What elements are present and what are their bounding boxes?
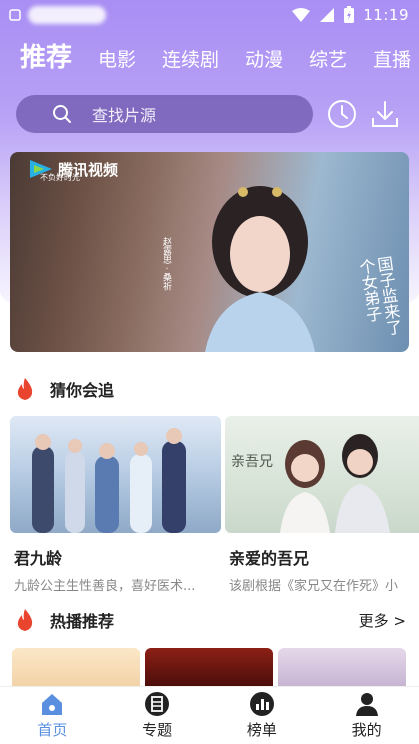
tab-recommend[interactable]: 推荐 [0,37,85,78]
poster-figures [32,428,186,533]
banner-artwork [205,186,315,352]
tab-movies[interactable]: 电影 [85,45,149,78]
more-link[interactable]: 更多 > [359,610,406,631]
section-hot-title: 热播推荐 [50,612,115,631]
drama-card-title: 君九龄 [14,549,63,568]
nav-rankings-label: 榜单 [246,721,277,739]
search-input[interactable]: 查找片源 [16,95,313,133]
poster-figures: 亲吾兄 [231,434,390,533]
drama-card-title: 亲爱的吾兄 [229,549,310,568]
nav-topics[interactable]: 专题 [117,691,197,740]
drama-card-poster: 亲吾兄 [225,416,419,533]
wifi-icon [292,8,311,22]
home-icon [42,694,63,715]
history-icon[interactable] [327,99,357,129]
hot-thumbnail[interactable] [12,648,140,688]
promo-banner[interactable]: 腾讯视频 不负好时光 赵露思 · 桑祈 国子监来了个女弟子 [10,152,409,352]
bottom-nav: 首页 专题 榜单 我的 [0,686,419,744]
status-time: 11:19 [363,6,409,24]
nav-home-label: 首页 [37,721,68,739]
search-icon [53,105,71,123]
drama-card-poster [10,416,221,533]
tab-live[interactable]: 直播 [360,45,419,78]
drama-card[interactable]: 亲吾兄 亲爱的吾兄 该剧根据《家兄又在作死》小 [225,416,419,594]
nav-rankings[interactable]: 榜单 [222,691,302,740]
hot-thumbnail[interactable] [145,648,273,688]
section-hot-header: 热播推荐 更多 > [14,606,406,634]
section-guess-title: 猜你会追 [50,381,115,400]
nav-profile-label: 我的 [351,721,382,739]
banner-title: 国子监来了个女弟子 [355,254,404,337]
fire-icon [17,609,33,631]
nav-topics-label: 专题 [142,721,173,739]
tab-variety[interactable]: 综艺 [296,45,360,78]
banner-cast: 赵露思 · 桑祈 [161,237,171,291]
notification-icon [9,9,21,21]
signal-icon [320,8,335,22]
topics-icon [145,692,170,716]
tab-series[interactable]: 连续剧 [149,45,232,78]
svg-text:亲吾兄: 亲吾兄 [231,454,273,470]
drama-card-description: 九龄公主生性善良，喜好医术... [14,579,196,594]
profile-icon [355,693,378,716]
nav-profile[interactable]: 我的 [327,691,407,740]
hot-thumbnail[interactable] [278,648,406,688]
status-bar: 11:19 [0,0,419,30]
fire-icon [17,378,33,400]
rankings-icon [249,692,274,716]
download-icon[interactable] [370,99,400,129]
search-placeholder: 查找片源 [92,106,157,125]
category-tabs: 推荐 电影 连续剧 动漫 综艺 直播 [0,36,419,78]
drama-card-description: 该剧根据《家兄又在作死》小 [229,579,399,594]
section-guess-header: 猜你会追 [14,375,406,403]
search-row: 查找片源 [16,95,406,133]
nav-home[interactable]: 首页 [12,691,92,740]
battery-icon [344,6,355,23]
status-blurred-text [28,6,106,24]
tab-anime[interactable]: 动漫 [232,45,296,78]
drama-card[interactable]: 君九龄 九龄公主生性善良，喜好医术... [10,416,221,594]
banner-logo-slogan: 不负好时光 [40,173,80,182]
